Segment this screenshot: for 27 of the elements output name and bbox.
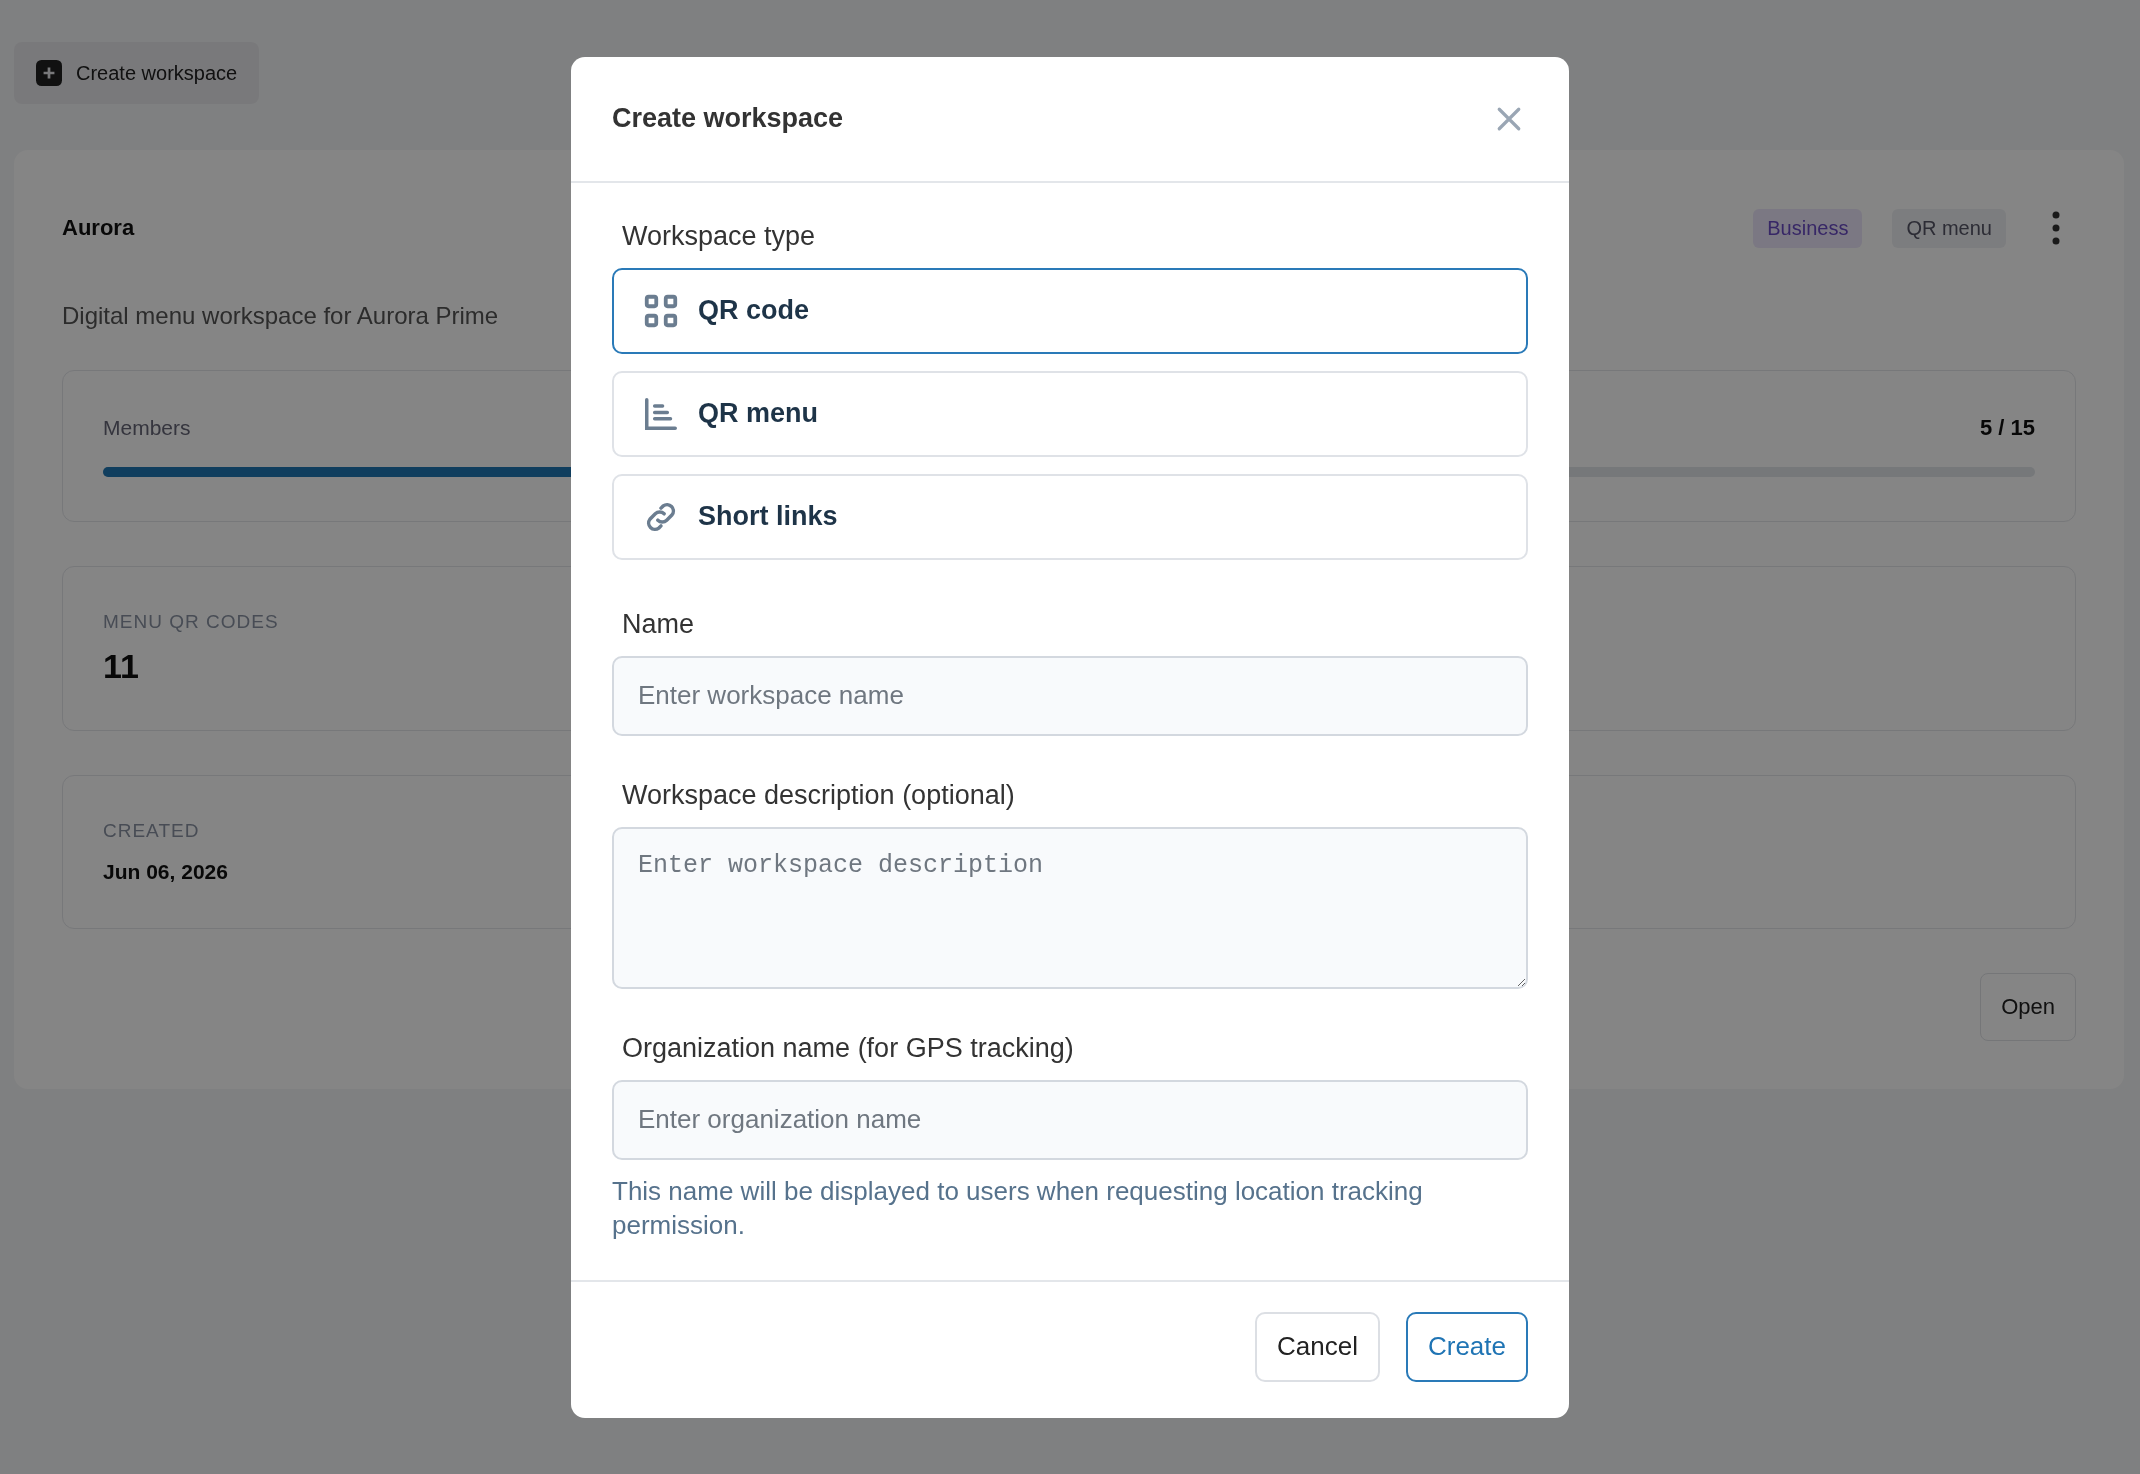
field-label: Organization name (for GPS tracking) — [621, 1032, 1075, 1064]
cancel-button[interactable]: Cancel — [1255, 1311, 1380, 1382]
input-field[interactable]: Enter organization name — [612, 1079, 1528, 1160]
help-text: This name will be displayed to users when requesting location tracking permission. — [612, 1174, 1424, 1242]
create-button[interactable]: Create — [1405, 1311, 1528, 1382]
workspace-tag: QR menu — [1892, 208, 2006, 248]
members-label: Members — [103, 416, 191, 440]
open-button[interactable]: Open — [1980, 973, 2076, 1041]
stat-value: 11 — [103, 647, 139, 686]
field-label: Workspace type — [621, 220, 817, 252]
stat-label: MENU QR CODES — [103, 611, 279, 633]
workspace-tag: Business — [1753, 208, 1863, 248]
field-label: Workspace description (optional) — [621, 779, 1016, 811]
workspace-type-option[interactable]: QR code — [612, 267, 1528, 354]
description-field[interactable]: Enter workspace description — [612, 826, 1528, 989]
input-field[interactable]: Enter workspace name — [612, 655, 1528, 736]
workspace-name: Aurora — [62, 215, 135, 241]
members-count: 5 / 15 — [1979, 415, 2035, 441]
plus-icon — [36, 60, 62, 86]
stat-value: Jun 06, 2026 — [103, 860, 228, 884]
dialog-title: Create workspace — [612, 103, 844, 134]
stat-label: CREATED — [103, 820, 200, 842]
create-workspace-button[interactable]: Create workspace — [14, 42, 260, 104]
field-label: Name — [621, 608, 696, 640]
workspace-description: Digital menu workspace for Aurora Prime — [62, 302, 499, 330]
workspace-type-option[interactable]: Short links — [612, 473, 1528, 560]
workspace-type-option[interactable]: QR menu — [612, 370, 1528, 457]
